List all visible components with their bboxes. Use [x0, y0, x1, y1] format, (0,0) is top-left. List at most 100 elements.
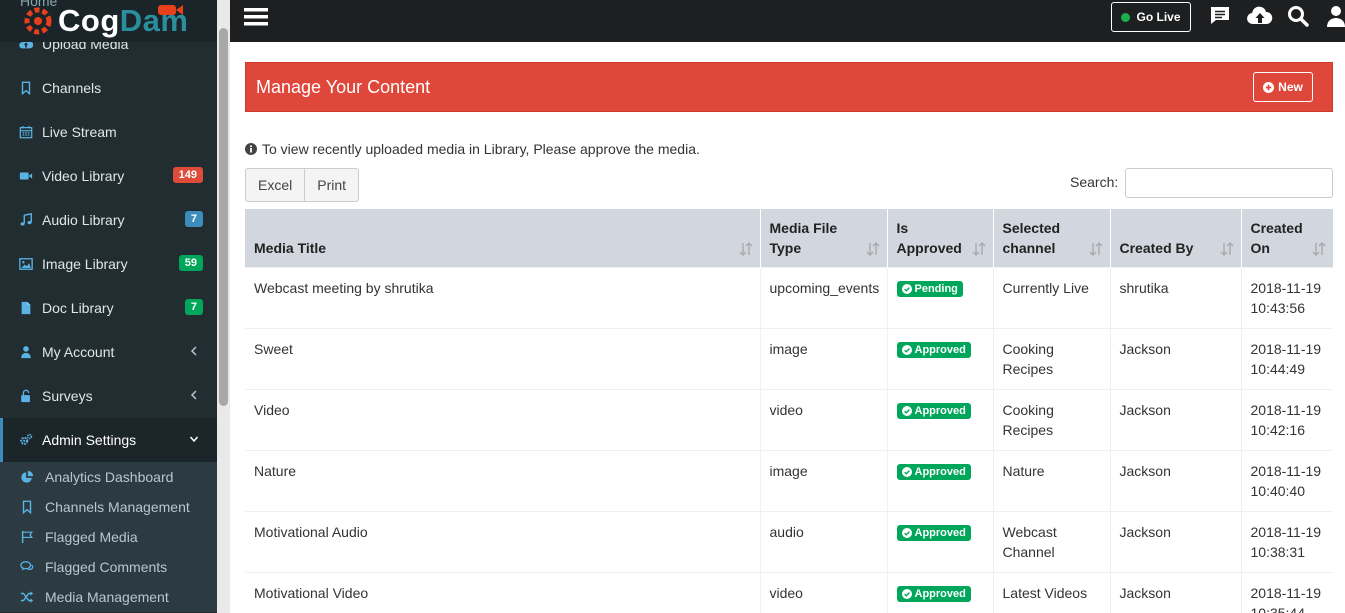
- new-button[interactable]: New: [1253, 72, 1313, 102]
- go-live-label: Go Live: [1136, 10, 1181, 24]
- page-title: Manage Your Content: [256, 77, 431, 97]
- column-header-selected-channel[interactable]: Selected channel: [992, 209, 1110, 268]
- logo[interactable]: Home CogDam: [0, 0, 217, 42]
- table-row[interactable]: Nature image Approved Nature Jackson 201…: [245, 450, 1333, 512]
- status-badge: Approved: [896, 342, 971, 358]
- sidebar-item-label: Surveys: [42, 388, 93, 404]
- cell-approval: Approved: [886, 328, 993, 390]
- table-row[interactable]: Motivational Video video Approved Latest…: [245, 572, 1333, 613]
- cell-approval: Approved: [886, 450, 993, 512]
- sidebar-item-channels[interactable]: Channels: [0, 66, 217, 110]
- sidebar-item-surveys[interactable]: Surveys: [0, 374, 217, 418]
- sidebar-item-label: Audio Library: [42, 212, 125, 228]
- submenu-item-label: Channels Management: [45, 499, 190, 515]
- cell-approval: Approved: [886, 511, 993, 573]
- check-circle-icon: [901, 406, 912, 416]
- video-count-badge: 149: [172, 167, 203, 183]
- doc-count-badge: 7: [184, 299, 203, 315]
- check-circle-icon: [901, 345, 912, 355]
- sidebar-item-live-stream[interactable]: Live Stream: [0, 110, 217, 154]
- cell-media-title: Motivational Video: [245, 572, 760, 613]
- pie-chart-icon: [19, 469, 35, 485]
- cell-media-title: Motivational Audio: [245, 511, 760, 573]
- chevron-left-icon: [190, 346, 197, 356]
- status-badge: Pending: [896, 281, 963, 297]
- check-circle-icon: [901, 467, 912, 477]
- search-label: Search:: [1070, 174, 1119, 190]
- sidebar-scrollbar[interactable]: [217, 0, 230, 613]
- submenu-item-analytics-dashboard[interactable]: Analytics Dashboard: [0, 462, 217, 492]
- column-header-media-title[interactable]: Media Title: [245, 209, 760, 268]
- check-circle-icon: [901, 589, 912, 599]
- music-icon: [17, 212, 34, 229]
- submenu-item-channels-management[interactable]: Channels Management: [0, 492, 217, 522]
- logo-icon: [24, 7, 52, 35]
- table-row[interactable]: Webcast meeting by shrutika upcoming_eve…: [245, 267, 1333, 329]
- sidebar-item-image-library[interactable]: Image Library 59: [0, 242, 217, 286]
- search-icon[interactable]: [1286, 4, 1310, 28]
- cell-channel: Cooking Recipes: [992, 389, 1110, 451]
- column-header-media-file-type[interactable]: Media File Type: [759, 209, 887, 268]
- submenu-item-flagged-media[interactable]: Flagged Media: [0, 522, 217, 552]
- sort-icon: [1089, 242, 1102, 256]
- column-header-created-on[interactable]: Created On: [1240, 209, 1333, 268]
- search-input[interactable]: [1125, 168, 1333, 198]
- sidebar-item-audio-library[interactable]: Audio Library 7: [0, 198, 217, 242]
- go-live-button[interactable]: Go Live: [1111, 2, 1191, 32]
- sidebar-item-video-library[interactable]: Video Library 149: [0, 154, 217, 198]
- cell-channel: Latest Videos: [992, 572, 1110, 613]
- table-row[interactable]: Sweet image Approved Cooking Recipes Jac…: [245, 328, 1333, 390]
- sidebar-item-doc-library[interactable]: Doc Library 7: [0, 286, 217, 330]
- table-header-row: Media Title Media File Type Is Approved Se…: [245, 209, 1333, 268]
- cell-created-on: 2018-11-19 10:44:49: [1240, 328, 1333, 390]
- submenu-item-label: Flagged Comments: [45, 559, 168, 575]
- comments-icon: [19, 559, 35, 575]
- sidebar-item-admin-settings[interactable]: Admin Settings: [0, 418, 217, 462]
- page-header-banner: Manage Your Content New: [245, 62, 1333, 112]
- sidebar-item-label: Admin Settings: [42, 432, 137, 448]
- cell-created-by: shrutika: [1109, 267, 1241, 329]
- cell-created-on: 2018-11-19 10:35:44: [1240, 572, 1333, 613]
- sort-icon: [739, 242, 752, 256]
- cell-channel: Currently Live: [992, 267, 1110, 329]
- cell-created-on: 2018-11-19 10:40:40: [1240, 450, 1333, 512]
- table-row[interactable]: Motivational Audio audio Approved Webcas…: [245, 511, 1333, 573]
- column-header-created-by[interactable]: Created By: [1109, 209, 1241, 268]
- excel-button[interactable]: Excel: [246, 169, 304, 201]
- sidebar-item-label: Doc Library: [42, 300, 114, 316]
- cell-created-on: 2018-11-19 10:42:16: [1240, 389, 1333, 451]
- cell-approval: Approved: [886, 389, 993, 451]
- sidebar: Upload Media Channels Live Stream Video …: [0, 0, 217, 613]
- messages-icon[interactable]: [1208, 4, 1232, 28]
- image-icon: [17, 256, 34, 273]
- cogs-icon: [17, 432, 34, 449]
- cell-media-type: image: [759, 450, 887, 512]
- hamburger-menu-icon[interactable]: [244, 7, 268, 27]
- cell-media-title: Nature: [245, 450, 760, 512]
- export-button-group: Excel Print: [245, 168, 360, 202]
- chevron-left-icon: [190, 390, 197, 400]
- cloud-upload-icon[interactable]: [1246, 4, 1274, 28]
- status-badge: Approved: [896, 525, 971, 541]
- sort-icon: [1220, 242, 1233, 256]
- print-button[interactable]: Print: [304, 169, 358, 201]
- status-badge: Approved: [896, 403, 971, 419]
- top-navbar: Go Live: [230, 0, 1345, 42]
- sidebar-item-label: Live Stream: [42, 124, 117, 140]
- submenu-item-label: Flagged Media: [45, 529, 138, 545]
- submenu-item-media-management[interactable]: Media Management: [0, 582, 217, 612]
- table-row[interactable]: Video video Approved Cooking Recipes Jac…: [245, 389, 1333, 451]
- cell-media-type: upcoming_events: [759, 267, 887, 329]
- scrollbar-thumb[interactable]: [219, 28, 228, 406]
- status-badge: Approved: [896, 586, 971, 602]
- check-circle-icon: [901, 528, 912, 538]
- user-icon[interactable]: [1324, 4, 1345, 28]
- media-table: Media Title Media File Type Is Approved Se…: [245, 209, 1333, 613]
- sidebar-item-my-account[interactable]: My Account: [0, 330, 217, 374]
- cell-created-on: 2018-11-19 10:38:31: [1240, 511, 1333, 573]
- cell-created-by: Jackson: [1109, 389, 1241, 451]
- cell-approval: Approved: [886, 572, 993, 613]
- column-header-is-approved[interactable]: Is Approved: [886, 209, 993, 268]
- submenu-item-flagged-comments[interactable]: Flagged Comments: [0, 552, 217, 582]
- camera-mark-icon: [158, 5, 183, 15]
